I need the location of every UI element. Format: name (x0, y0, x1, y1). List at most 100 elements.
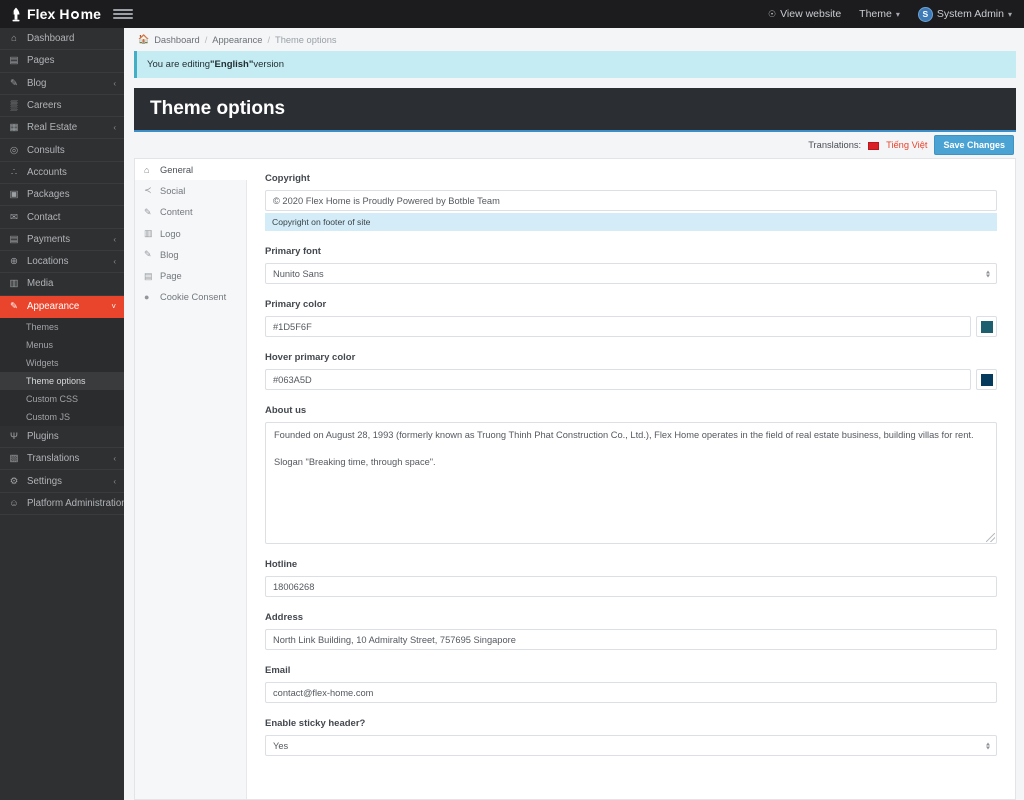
sidebar-item-translations[interactable]: ▧ Translations ‹ (0, 448, 124, 471)
hover-primary-color-label: Hover primary color (265, 352, 356, 363)
sidebar-item-locations[interactable]: ⊕ Locations ‹ (0, 251, 124, 274)
sidebar-item-pages[interactable]: ▤ Pages (0, 50, 124, 73)
alert-language: "English" (210, 59, 254, 70)
translation-link-vietnamese[interactable]: Tiếng Việt (886, 140, 927, 150)
address-label: Address (265, 612, 304, 623)
resize-handle[interactable] (986, 533, 995, 542)
file-icon: ▤ (144, 270, 153, 281)
address-input[interactable]: North Link Building, 10 Admiralty Street… (265, 629, 997, 650)
sidebar-item-label: Accounts (27, 166, 67, 178)
sidebar-subitem-theme-options[interactable]: Theme options (0, 371, 124, 390)
tab-label: Page (160, 271, 182, 282)
box-icon: ▣ (9, 189, 19, 201)
primary-color-label: Primary color (265, 299, 327, 310)
sticky-header-select[interactable]: Yes (265, 735, 997, 756)
edit-icon: ✎ (10, 77, 18, 89)
chevron-right-icon: ‹ (113, 234, 116, 244)
sidebar-item-appearance[interactable]: ✎ Appearance ˅ (0, 295, 124, 318)
color-swatch (980, 373, 993, 386)
sidebar-main-items: ⌂ Dashboard ▤ Pages ✎ Blog ‹ ▒ Careers ▦ Real Esta… (0, 28, 124, 296)
sidebar-item-label: Contact (27, 211, 61, 223)
translations-label: Translations: (808, 140, 862, 150)
tab-social[interactable]: ≺ Social (135, 180, 246, 201)
copyright-input[interactable]: © 2020 Flex Home is Proudly Powered by B… (265, 190, 997, 211)
sidebar-item-consults[interactable]: ◎ Consults (0, 139, 124, 162)
tab-cookie-consent[interactable]: ● Cookie Consent (135, 287, 246, 308)
sidebar-toggle-button[interactable] (113, 9, 133, 19)
sidebar-subitem-custom-css[interactable]: Custom CSS (0, 390, 124, 408)
home-icon: 🏠 (138, 34, 150, 44)
tab-content[interactable]: ✎ Content (135, 202, 246, 223)
edit-icon: ✎ (144, 249, 152, 260)
tab-label: Social (160, 185, 186, 196)
sidebar: ⌂ Dashboard ▤ Pages ✎ Blog ‹ ▒ Careers ▦ Real Esta… (0, 28, 124, 800)
hover-primary-color-swatch-button[interactable] (976, 369, 997, 390)
hotline-input[interactable]: 18006268 (265, 576, 997, 597)
users-icon: ∴ (10, 166, 18, 178)
save-changes-button[interactable]: Save Changes (934, 135, 1014, 155)
copyright-help-text: Copyright on footer of site (265, 213, 997, 231)
language-icon: ▧ (9, 453, 19, 465)
tab-page[interactable]: ▤ Page (135, 265, 246, 286)
breadcrumb-dashboard[interactable]: Dashboard (154, 35, 199, 45)
brand-name-part1: Flex H (27, 6, 70, 22)
primary-color-input[interactable]: #1D5F6F (265, 316, 971, 337)
globe-icon: ☉ (768, 8, 777, 19)
email-input[interactable]: contact@flex-home.com (265, 682, 997, 703)
edit-icon: ✎ (144, 206, 152, 217)
sidebar-item-accounts[interactable]: ∴ Accounts (0, 162, 124, 185)
sidebar-secondary-items: Ψ Plugins ▧ Translations ‹ ⚙ Settings ‹ ☺ Platfor… (0, 426, 124, 516)
tab-logo[interactable]: ▥ Logo (135, 223, 246, 244)
sidebar-subitem-themes[interactable]: Themes (0, 318, 124, 336)
brand-name-part2: me (80, 6, 102, 22)
sidebar-item-blog[interactable]: ✎ Blog ‹ (0, 73, 124, 95)
field-copyright: Copyright © 2020 Flex Home is Proudly Po… (265, 173, 997, 231)
field-email: Email contact@flex-home.com (265, 665, 997, 703)
email-label: Email (265, 665, 291, 676)
sidebar-item-contact[interactable]: ✉ Contact (0, 206, 124, 229)
sidebar-item-label: Platform Administration (27, 497, 124, 509)
tab-general[interactable]: ⌂ General (135, 159, 247, 181)
tab-blog[interactable]: ✎ Blog (135, 244, 246, 265)
field-sticky-header: Enable sticky header? Yes (265, 718, 997, 756)
sidebar-item-plugins[interactable]: Ψ Plugins (0, 426, 124, 449)
theme-menu-button[interactable]: Theme ▾ (859, 8, 900, 20)
sidebar-item-real-estate[interactable]: ▦ Real Estate ‹ (0, 117, 124, 140)
user-menu-button[interactable]: S System Admin ▾ (917, 6, 1012, 22)
sidebar-item-label: Locations (27, 256, 69, 268)
sidebar-item-packages[interactable]: ▣ Packages (0, 184, 124, 207)
hover-primary-color-input[interactable]: #063A5D (265, 369, 971, 390)
theme-menu-label: Theme (859, 8, 892, 20)
brand-o-icon (71, 11, 80, 19)
breadcrumb-current: Theme options (275, 34, 337, 45)
tab-label: Content (160, 207, 193, 218)
sidebar-item-settings[interactable]: ⚙ Settings ‹ (0, 470, 124, 493)
sidebar-item-careers[interactable]: ▒ Careers (0, 95, 124, 118)
app-shell: ⌂ Dashboard ▤ Pages ✎ Blog ‹ ▒ Careers ▦ Real Esta… (0, 28, 1024, 800)
sidebar-subitem-custom-js[interactable]: Custom JS (0, 408, 124, 426)
theme-options-tab-list: ⌂ General ≺ Social ✎ Content ▥ Logo ✎ Blog ▤ Page ● C… (135, 159, 247, 799)
sticky-header-label: Enable sticky header? (265, 718, 366, 729)
chevron-down-icon: ▾ (895, 9, 900, 19)
sidebar-item-dashboard[interactable]: ⌂ Dashboard (0, 28, 124, 51)
sidebar-subitem-widgets[interactable]: Widgets (0, 354, 124, 372)
briefcase-icon: ▒ (10, 100, 18, 112)
sidebar-item-media[interactable]: ▥ Media (0, 273, 124, 296)
view-website-link[interactable]: ☉ View website (768, 8, 841, 20)
about-us-label: About us (265, 405, 307, 416)
sidebar-subitem-menus[interactable]: Menus (0, 336, 124, 354)
breadcrumb: 🏠 Dashboard / Appearance / Theme options (124, 28, 1024, 51)
editing-language-alert: You are editing "English" version (134, 51, 1016, 78)
sidebar-item-label: Blog (27, 77, 47, 89)
image-icon: ▥ (9, 278, 19, 290)
brand-logo-link[interactable]: Flex H me (0, 0, 104, 28)
breadcrumb-appearance[interactable]: Appearance (212, 35, 262, 45)
sidebar-item-payments[interactable]: ▤ Payments ‹ (0, 229, 124, 251)
sidebar-item-platform-administration[interactable]: ☺Platform Administration‹ (0, 493, 124, 516)
cookie-icon: ● (144, 292, 150, 303)
primary-font-select[interactable]: Nunito Sans (265, 263, 997, 284)
view-website-label: View website (780, 8, 842, 20)
primary-color-swatch-button[interactable] (976, 316, 997, 337)
about-us-textarea[interactable]: Founded on August 28, 1993 (formerly kno… (265, 422, 997, 544)
page-header: Theme options (134, 88, 1016, 132)
